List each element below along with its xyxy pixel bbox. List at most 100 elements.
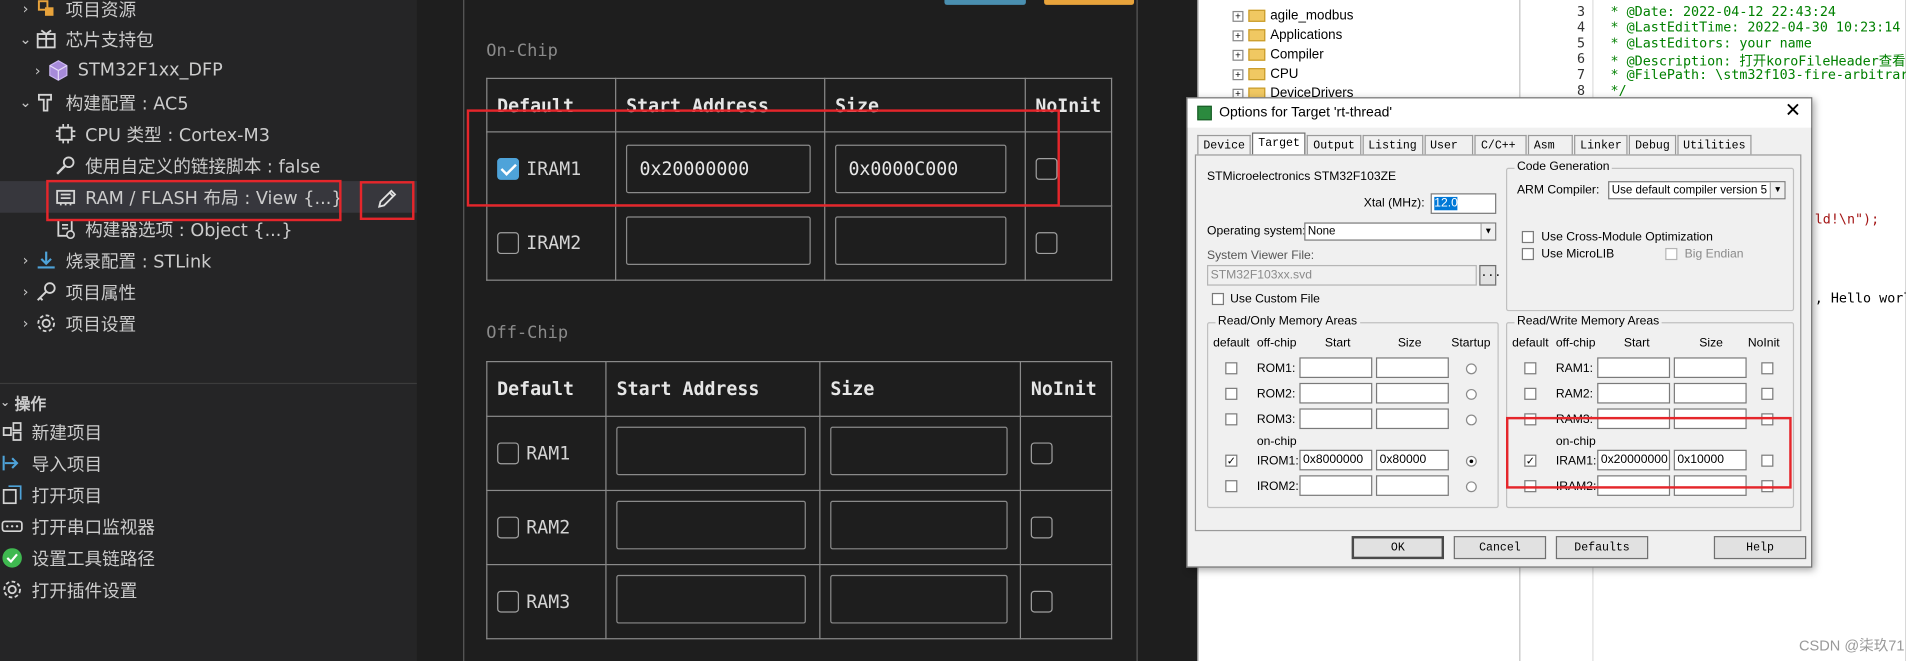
tree-item-flash-config[interactable]: › 烧录配置 : STLink [0, 244, 417, 276]
ram1-size-input[interactable] [1673, 357, 1747, 379]
ram1-noinit-checkbox[interactable] [1030, 442, 1053, 465]
irom1-start-input[interactable]: 0x8000000 [1299, 449, 1373, 471]
ok-button[interactable]: OK [1351, 536, 1445, 560]
tree-item-builder-options[interactable]: 构建器选项 : Object {...} [0, 213, 417, 245]
iram1-size-input[interactable]: 0x10000 [1673, 449, 1747, 471]
action-set-toolchain-path[interactable]: 设置工具链路径 [0, 542, 155, 574]
iram2-noinit-checkbox[interactable] [1761, 480, 1774, 493]
irom1-size-input[interactable]: 0x80000 [1375, 449, 1449, 471]
iram2-default-checkbox[interactable] [1524, 480, 1537, 493]
explorer-item[interactable]: + Compiler [1232, 45, 1324, 64]
tab-listing[interactable]: Listing [1362, 134, 1423, 155]
ram2-start-input[interactable] [616, 500, 807, 550]
ram2-start-input[interactable] [1597, 382, 1671, 404]
rom3-start-input[interactable] [1299, 408, 1373, 430]
defaults-button[interactable]: Defaults [1555, 536, 1649, 560]
action-import-project[interactable]: 导入项目 [0, 447, 102, 479]
ram3-default-checkbox[interactable] [1524, 413, 1537, 426]
rom1-start-input[interactable] [1299, 357, 1373, 379]
tab-linker[interactable]: Linker [1574, 134, 1628, 155]
ram3-start-input[interactable] [616, 574, 807, 624]
explorer-item[interactable]: + agile_modbus [1232, 6, 1353, 25]
irom1-default-checkbox[interactable]: ✓ [1225, 454, 1238, 467]
microlib-checkbox[interactable] [1521, 247, 1534, 261]
tree-item-project-properties[interactable]: › 项目属性 [0, 276, 417, 308]
ram1-noinit-checkbox[interactable] [1761, 362, 1774, 375]
ram3-checkbox[interactable] [497, 591, 520, 613]
ram2-size-input[interactable] [1673, 382, 1747, 404]
irom2-default-checkbox[interactable] [1225, 480, 1238, 493]
iram1-start-input[interactable]: 0x20000000 [1597, 449, 1671, 471]
os-select[interactable]: None ▼ [1304, 222, 1497, 241]
ram1-checkbox[interactable] [497, 442, 520, 465]
rom3-startup-radio[interactable] [1465, 414, 1477, 426]
tab-output[interactable]: Output [1307, 134, 1361, 155]
irom1-startup-radio[interactable] [1465, 455, 1477, 467]
arm-compiler-select[interactable]: Use default compiler version 5 ▼ [1608, 181, 1786, 200]
ram3-noinit-checkbox[interactable] [1030, 591, 1053, 613]
tree-item-ram-flash-layout[interactable]: RAM / FLASH 布局 : View {...} [0, 181, 417, 213]
tab-user[interactable]: User [1424, 134, 1474, 155]
explorer-item[interactable]: + CPU [1232, 64, 1298, 83]
tab-debug[interactable]: Debug [1629, 134, 1676, 155]
tree-item-stm32f1xx-dfp[interactable]: › STM32F1xx_DFP [0, 55, 417, 87]
xtal-input[interactable]: 12.0 [1430, 193, 1497, 214]
ram2-noinit-checkbox[interactable] [1030, 516, 1053, 539]
ram3-size-input[interactable] [1673, 408, 1747, 430]
tree-item-chip-package[interactable]: ⌄ 芯片支持包 [0, 23, 417, 55]
iram2-size-input[interactable] [835, 216, 1007, 265]
ram1-default-checkbox[interactable] [1524, 362, 1537, 375]
rom3-size-input[interactable] [1375, 408, 1449, 430]
irom2-start-input[interactable] [1299, 475, 1373, 496]
tree-item-custom-linker-script[interactable]: 使用自定义的链接脚本 : false [0, 150, 417, 182]
tree-item-project-settings[interactable]: › 项目设置 [0, 308, 417, 340]
ram3-noinit-checkbox[interactable] [1761, 413, 1774, 426]
iram1-default-checkbox[interactable]: ✓ [1524, 454, 1537, 467]
iram2-noinit-checkbox[interactable] [1035, 232, 1058, 255]
action-open-serial-monitor[interactable]: 打开串口监视器 [0, 511, 155, 543]
tree-item-build-config[interactable]: ⌄ 构建配置 : AC5 [0, 86, 417, 118]
tree-item-project-resources[interactable]: › 项目资源 [0, 0, 417, 24]
ram3-size-input[interactable] [830, 574, 1008, 624]
help-button[interactable]: Help [1713, 536, 1807, 560]
tab-asm[interactable]: Asm [1527, 134, 1573, 155]
irom2-startup-radio[interactable] [1465, 481, 1477, 493]
explorer-item[interactable]: + Applications [1232, 26, 1342, 45]
rom1-startup-radio[interactable] [1465, 363, 1477, 375]
ram1-start-input[interactable] [1597, 357, 1671, 379]
irom2-size-input[interactable] [1375, 475, 1449, 496]
use-custom-file-checkbox[interactable] [1211, 292, 1225, 306]
rom2-size-input[interactable] [1375, 382, 1449, 404]
rom1-default-checkbox[interactable] [1225, 362, 1238, 375]
rom2-start-input[interactable] [1299, 382, 1373, 404]
ram2-size-input[interactable] [830, 500, 1008, 550]
iram2-start-input[interactable] [1597, 475, 1671, 496]
edit-layout-button[interactable] [360, 181, 415, 220]
iram2-checkbox[interactable] [497, 232, 520, 255]
ram1-start-input[interactable] [616, 426, 807, 476]
svf-browse-button[interactable]: ... [1479, 264, 1501, 286]
tab-cpp[interactable]: C/C++ [1474, 134, 1527, 155]
rom2-startup-radio[interactable] [1465, 388, 1477, 400]
ram3-start-input[interactable] [1597, 408, 1671, 430]
action-open-project[interactable]: 打开项目 [0, 479, 102, 511]
iram1-size-input[interactable]: 0x0000C000 [835, 144, 1007, 194]
cancel-button[interactable]: Cancel [1453, 536, 1547, 560]
ram2-checkbox[interactable] [497, 516, 520, 539]
iram1-checkbox[interactable] [497, 158, 520, 181]
dialog-title-bar[interactable]: Options for Target 'rt-thread' ✕ [1187, 98, 1812, 128]
actions-section-title[interactable]: ⌄ 操作 [0, 389, 46, 416]
ram2-noinit-checkbox[interactable] [1761, 387, 1774, 400]
big-endian-checkbox[interactable] [1665, 247, 1678, 261]
action-open-plugin-settings[interactable]: 打开插件设置 [0, 574, 137, 606]
iram1-noinit-checkbox[interactable] [1035, 158, 1058, 181]
action-new-project[interactable]: 新建项目 [0, 416, 102, 448]
iram1-noinit-checkbox[interactable] [1761, 454, 1774, 467]
iram2-start-input[interactable] [626, 216, 811, 265]
tab-device[interactable]: Device [1197, 134, 1252, 155]
svf-input[interactable]: STM32F103xx.svd [1206, 264, 1477, 286]
iram1-start-input[interactable]: 0x20000000 [626, 144, 811, 194]
ram2-default-checkbox[interactable] [1524, 387, 1537, 400]
ram1-size-input[interactable] [830, 426, 1008, 476]
iram2-size-input[interactable] [1673, 475, 1747, 496]
